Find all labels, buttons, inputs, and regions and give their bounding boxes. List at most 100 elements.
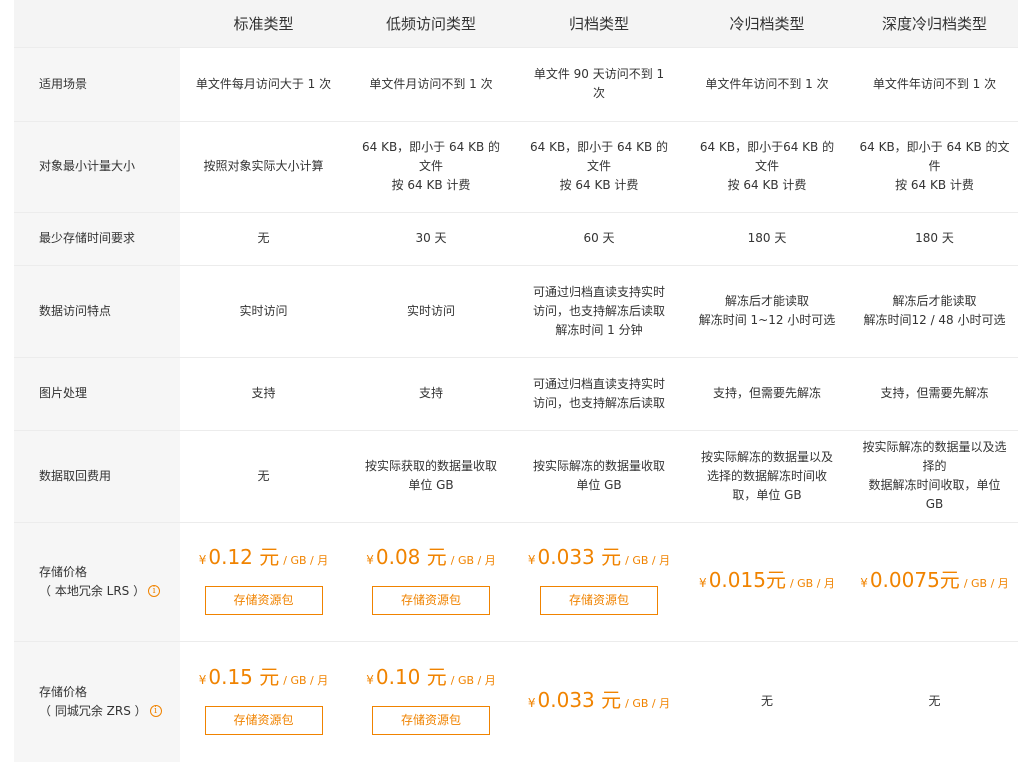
row-label: 数据访问特点 [39, 303, 112, 318]
column-header: 深度冷归档类型 [881, 15, 987, 33]
table-cell: 180 天 [851, 212, 1018, 265]
price-amount: 0.015元 [708, 567, 786, 592]
cell-text: 180 天 [915, 231, 954, 245]
cell-text: 可通过归档直读支持实时 访问，也支持解冻后读取 解冻时间 1 分钟 [532, 284, 665, 337]
cell-text: 实时访问 [239, 303, 288, 318]
column-header: 归档类型 [568, 15, 629, 33]
cell-text: 支持 [418, 386, 443, 400]
table-cell: 支持 [347, 357, 515, 430]
table-cell: 解冻后才能读取 解冻时间12 / 48 小时可选 [851, 265, 1018, 357]
table-cell: 60 天 [515, 212, 683, 265]
cell-text: 可通过归档直读支持实时 访问，也支持解冻后读取 [532, 376, 665, 410]
price-cell: ¥0.08 元 / GB / 月存储资源包 [347, 522, 515, 641]
price-unit: / GB / 月 [283, 674, 329, 687]
table-cell: 支持 [180, 357, 347, 430]
table-cell: 可通过归档直读支持实时 访问，也支持解冻后读取 [515, 357, 683, 430]
table-cell: 30 天 [347, 212, 515, 265]
row-label: 最少存储时间要求 [39, 231, 136, 245]
price-value: ¥0.015元 / GB / 月 [699, 567, 835, 593]
price-currency: ¥ [527, 553, 536, 567]
cell-text: 按实际解冻的数据量收取 单位 GB [532, 459, 665, 492]
row-label: 图片处理 [39, 386, 88, 400]
cell-text: 解冻后才能读取 解冻时间 1~12 小时可选 [698, 294, 836, 327]
table-cell: 180 天 [683, 212, 851, 265]
cell-text: 64 KB，即小于 64 KB 的文件 按 64 KB 计费 [859, 140, 1010, 192]
table-cell: 64 KB，即小于 64 KB 的 文件 按 64 KB 计费 [347, 121, 515, 212]
table-cell: 单文件 90 天访问不到 1 次 [515, 47, 683, 121]
row-label-line1: 存储价格 [39, 684, 88, 699]
price-cell: ¥0.12 元 / GB / 月存储资源包 [180, 522, 347, 641]
price-cell: 无 [683, 641, 851, 762]
price-amount: 0.033 元 [537, 545, 622, 569]
price-unit: / GB / 月 [283, 554, 329, 567]
price-unit: / GB / 月 [625, 696, 671, 710]
cell-text: 64 KB，即小于64 KB 的 文件 按 64 KB 计费 [699, 140, 835, 192]
price-currency: ¥ [366, 673, 374, 687]
row-label-line2: （ 本地冗余 LRS ） [39, 583, 146, 598]
storage-package-button[interactable]: 存储资源包 [204, 706, 323, 735]
table-cell: 无 [180, 212, 347, 265]
table-cell: 按实际获取的数据量收取 单位 GB [347, 430, 515, 522]
price-unit: / GB / 月 [450, 554, 496, 567]
price-cell: ¥0.15 元 / GB / 月存储资源包 [180, 641, 347, 762]
cell-text: 单文件年访问不到 1 次 [705, 76, 829, 91]
price-amount: 0.10 元 [375, 665, 447, 689]
table-cell: 单文件年访问不到 1 次 [851, 47, 1018, 121]
table-cell: 按实际解冻的数据量收取 单位 GB [515, 430, 683, 522]
price-amount: 0.08 元 [375, 545, 447, 569]
row-label: 存储价格 （ 本地冗余 LRS ） i [14, 522, 180, 641]
price-value: ¥0.08 元 / GB / 月 [366, 545, 496, 570]
row-label-text: 存储价格 （ 同城冗余 ZRS ） i [39, 683, 162, 721]
table-cell: 64 KB，即小于 64 KB 的 文件 按 64 KB 计费 [515, 121, 683, 212]
cell-text: 30 天 [415, 231, 447, 245]
row-label-text: 存储价格 （ 本地冗余 LRS ） i [39, 563, 161, 601]
cell-text: 按实际解冻的数据量以及 选择的数据解冻时间收 取，单位 GB [700, 449, 833, 502]
info-icon[interactable]: i [149, 705, 162, 717]
table-cell: 单文件年访问不到 1 次 [683, 47, 851, 121]
table-cell: 支持，但需要先解冻 [683, 357, 851, 430]
cell-text: 按实际获取的数据量收取 单位 GB [364, 459, 497, 492]
price-cell: ¥0.033 元 / GB / 月存储资源包 [515, 522, 683, 641]
cell-text: 无 [257, 468, 270, 483]
table-cell: 无 [180, 430, 347, 522]
price-currency: ¥ [527, 695, 536, 710]
column-header: 冷归档类型 [729, 15, 805, 33]
price-cell: ¥0.0075元 / GB / 月 [851, 522, 1018, 641]
cell-text: 单文件每月访问大于 1 次 [195, 76, 332, 91]
table-cell: 单文件月访问不到 1 次 [347, 47, 515, 121]
cell-text: 单文件年访问不到 1 次 [872, 76, 997, 91]
price-currency: ¥ [699, 575, 707, 590]
price-amount: 0.15 元 [208, 665, 280, 689]
cell-text: 实时访问 [406, 303, 455, 318]
price-unit: / GB / 月 [789, 576, 835, 590]
price-cell: ¥0.015元 / GB / 月 [683, 522, 851, 641]
storage-package-button[interactable]: 存储资源包 [204, 586, 323, 615]
cell-text: 64 KB，即小于 64 KB 的 文件 按 64 KB 计费 [529, 140, 668, 192]
price-currency: ¥ [198, 553, 207, 567]
price-value: ¥0.10 元 / GB / 月 [366, 665, 496, 690]
price-amount: 0.033 元 [537, 687, 622, 712]
cell-text: 支持 [251, 386, 276, 400]
table-cell: 64 KB，即小于 64 KB 的文件 按 64 KB 计费 [851, 121, 1018, 212]
storage-package-button[interactable]: 存储资源包 [372, 586, 490, 615]
cell-text: 无 [760, 694, 773, 708]
storage-package-button[interactable]: 存储资源包 [372, 706, 490, 735]
row-label: 适用场景 [39, 76, 88, 91]
price-currency: ¥ [860, 575, 868, 590]
row-label-line2: （ 同城冗余 ZRS ） [39, 703, 147, 718]
price-value: ¥0.12 元 / GB / 月 [198, 545, 329, 570]
storage-package-button[interactable]: 存储资源包 [540, 586, 658, 615]
price-cell: ¥0.10 元 / GB / 月存储资源包 [347, 641, 515, 762]
row-label: 数据取回费用 [39, 468, 112, 483]
price-value: ¥0.15 元 / GB / 月 [199, 665, 329, 690]
table-cell: 按实际解冻的数据量以及选择的 数据解冻时间收取，单位 GB [851, 430, 1018, 522]
row-label: 存储价格 （ 同城冗余 ZRS ） i [14, 641, 180, 762]
table-cell: 按实际解冻的数据量以及 选择的数据解冻时间收 取，单位 GB [683, 430, 851, 522]
table-cell: 按照对象实际大小计算 [180, 121, 347, 212]
price-amount: 0.12 元 [208, 545, 280, 569]
cell-text: 无 [928, 694, 941, 708]
price-cell: ¥0.033 元 / GB / 月 [515, 641, 683, 762]
column-header: 低频访问类型 [385, 15, 476, 33]
info-icon[interactable]: i [148, 585, 161, 597]
price-unit: / GB / 月 [963, 576, 1009, 590]
